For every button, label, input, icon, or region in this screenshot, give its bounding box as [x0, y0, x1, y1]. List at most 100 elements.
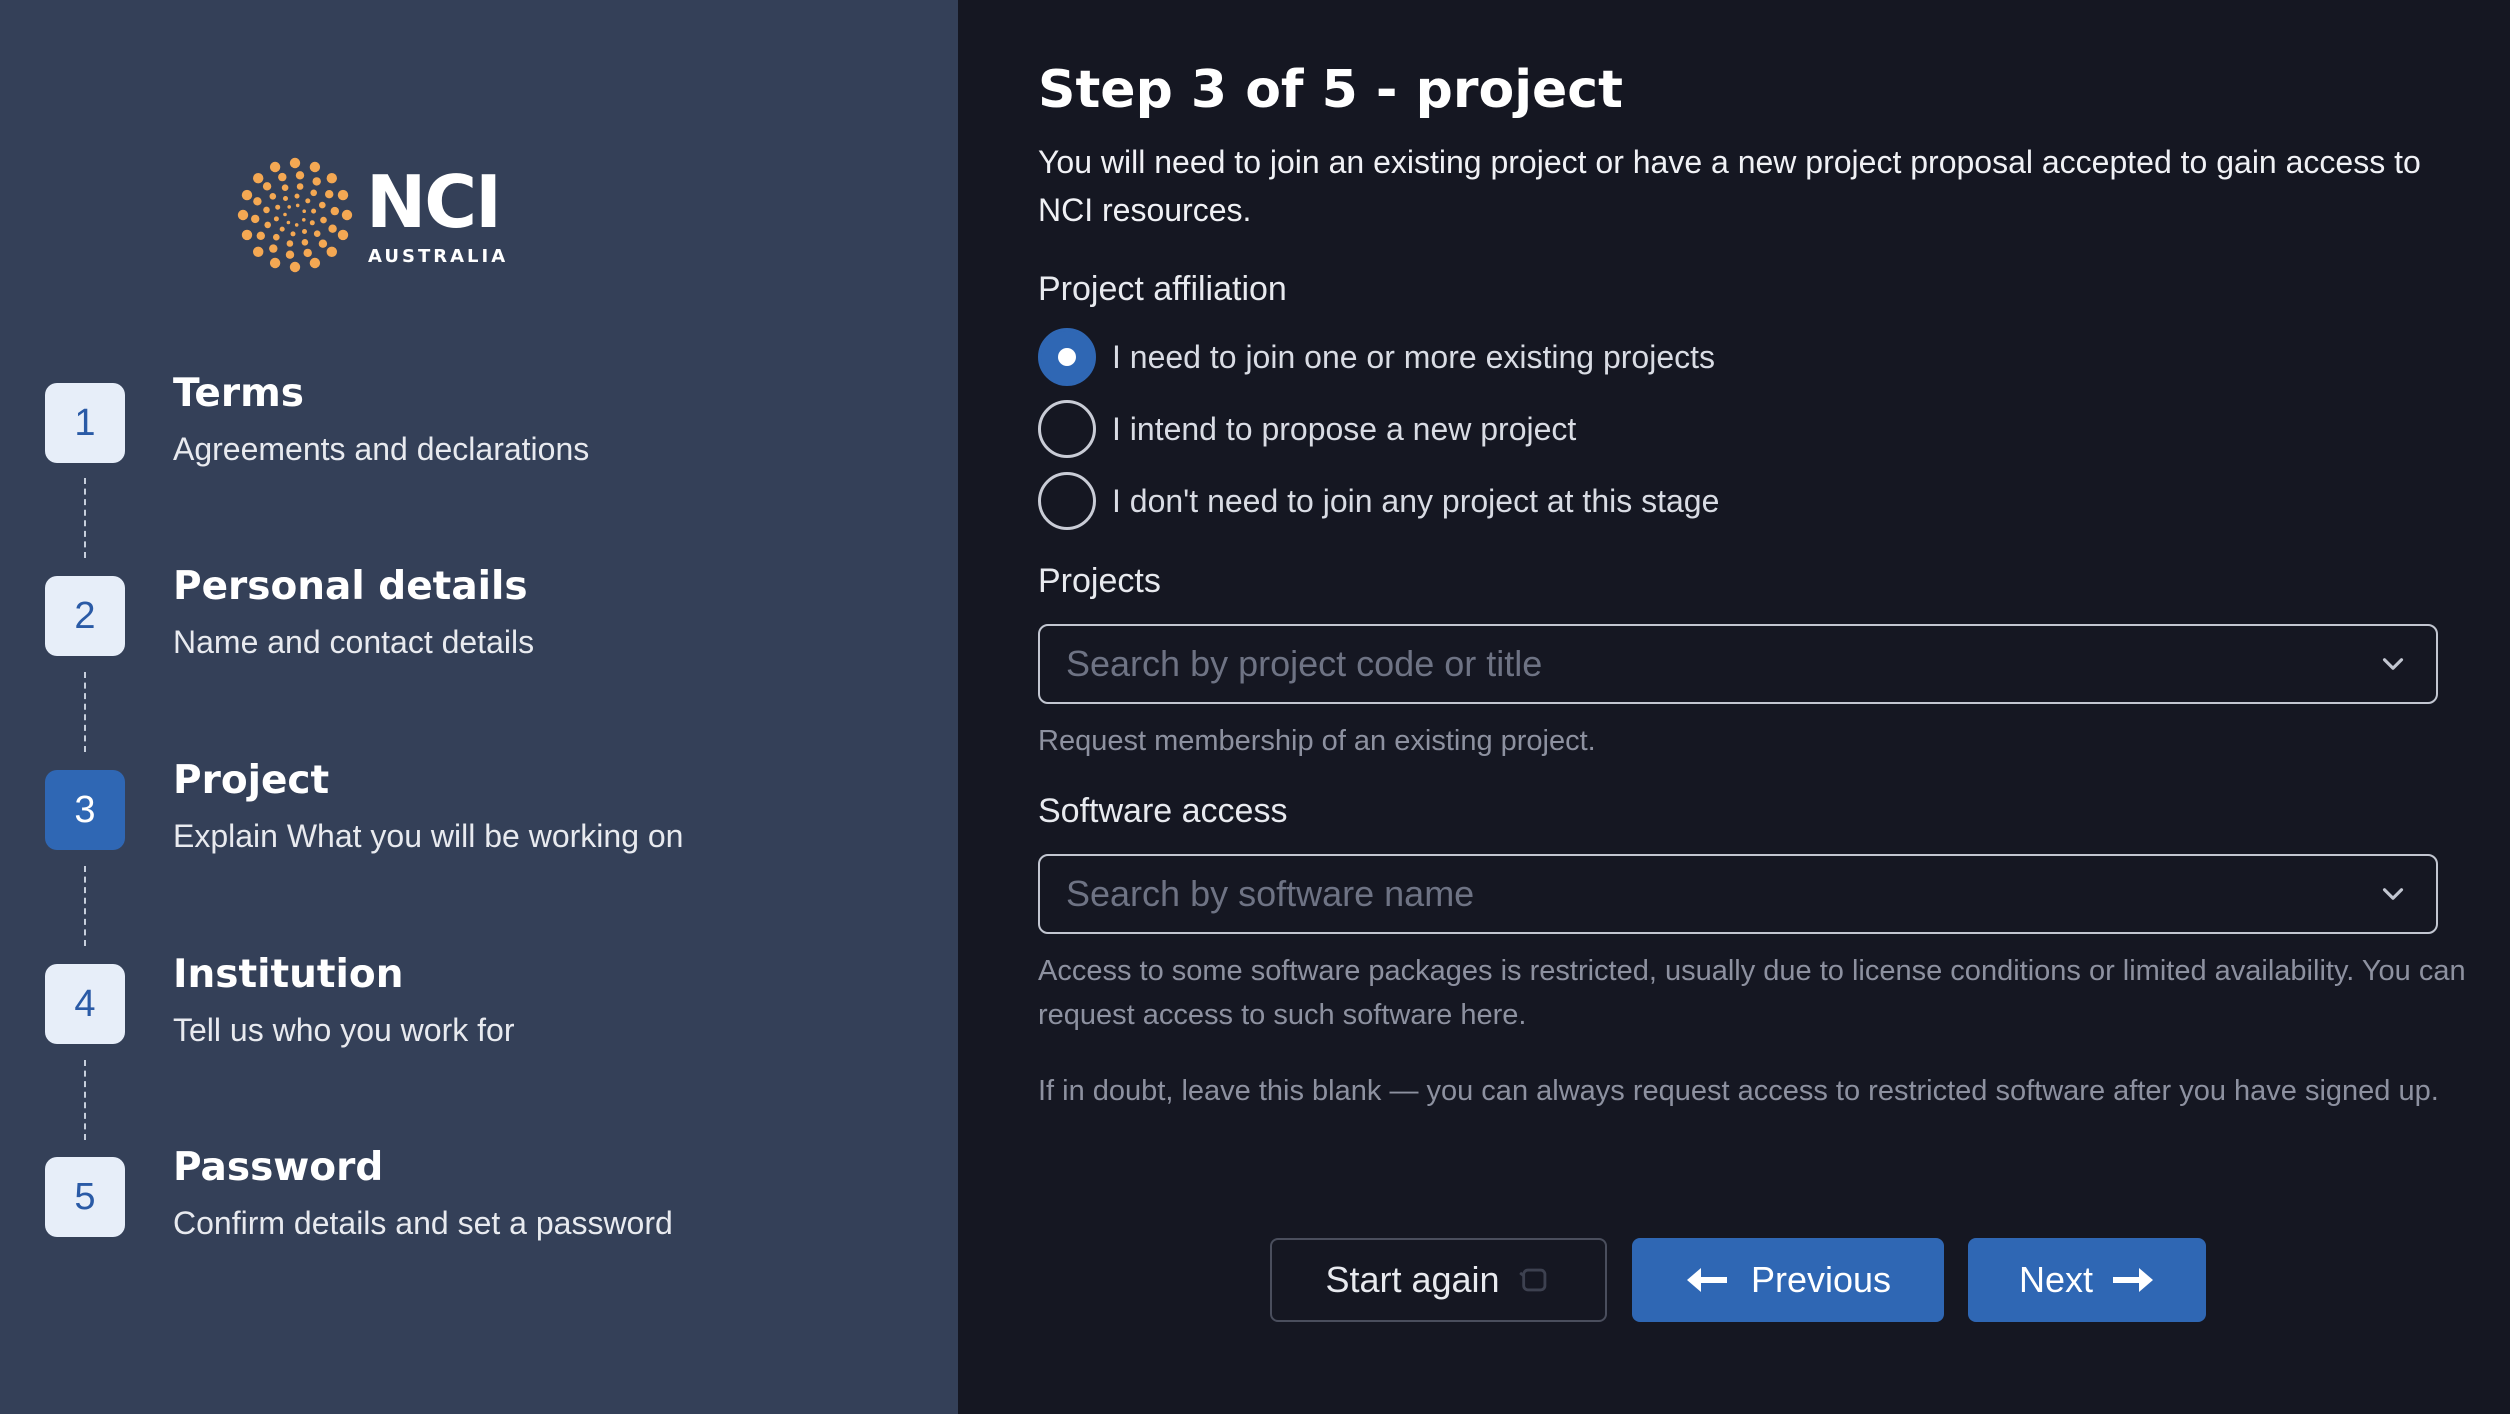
radio-button[interactable] [1038, 400, 1096, 458]
logo-dot [303, 248, 312, 258]
step-terms[interactable]: 1 Terms Agreements and declarations [45, 371, 925, 493]
radio-propose-new[interactable]: I intend to propose a new project [1038, 400, 1576, 458]
logo-dot [326, 173, 337, 184]
logo-dot [269, 161, 281, 173]
step-institution[interactable]: 4 Institution Tell us who you work for [45, 952, 925, 1074]
arrow-right-icon [2113, 1268, 2154, 1292]
radio-label: I need to join one or more existing proj… [1112, 338, 1715, 375]
logo-dot [251, 214, 260, 224]
logo-dot [313, 230, 321, 237]
logo-dot [330, 206, 339, 216]
logo-subtext: AUSTRALIA [368, 246, 509, 267]
chevron-down-icon[interactable] [2376, 647, 2410, 681]
software-help-text: Access to some software packages is rest… [1038, 955, 2466, 1031]
logo-dot [311, 208, 317, 214]
start-again-label: Start again [1325, 1259, 1500, 1300]
nci-logo: NCI AUSTRALIA [230, 150, 505, 280]
project-step-panel: Step 3 of 5 - project You will need to j… [958, 0, 2510, 1414]
logo-dot [278, 172, 287, 182]
logo-dot [325, 190, 334, 199]
software-access-label: Software access [1038, 792, 1288, 830]
step-personal-details[interactable]: 2 Personal details Name and contact deta… [45, 564, 925, 686]
logo-dot [283, 196, 288, 201]
projects-select[interactable] [1038, 624, 2438, 704]
logo-dot [309, 161, 321, 173]
radio-button[interactable] [1038, 472, 1096, 530]
chevron-down-icon[interactable] [2376, 877, 2410, 911]
logo-dot [337, 189, 349, 201]
project-affiliation-label: Project affiliation [1038, 270, 1287, 308]
radio-button-checked[interactable] [1038, 328, 1096, 386]
logo-dot [262, 182, 272, 191]
logo-dot [294, 193, 300, 199]
logo-dot [273, 233, 280, 241]
logo-dot [275, 204, 281, 210]
logo-dot [283, 212, 287, 217]
logo-dot [256, 231, 265, 240]
software-select[interactable] [1038, 854, 2438, 934]
start-again-button[interactable]: Start again [1270, 1238, 1607, 1322]
step-title: Terms [173, 371, 304, 416]
software-doubt-text: If in doubt, leave this blank — you can … [1038, 1075, 2439, 1107]
logo-dot [263, 206, 270, 214]
previous-button[interactable]: Previous [1632, 1238, 1944, 1322]
radio-label: I intend to propose a new project [1112, 410, 1577, 447]
previous-label: Previous [1750, 1259, 1892, 1300]
logo-dot [237, 209, 249, 221]
logo-dot [302, 209, 306, 213]
step-title: Project [173, 758, 330, 803]
logo-dot [253, 173, 264, 184]
steps-sidebar: NCI AUSTRALIA 1 Terms Agreements and dec… [0, 0, 958, 1414]
logo-dot [264, 221, 271, 229]
logo-dot [281, 184, 289, 191]
logo-dot [326, 246, 337, 257]
logo-dot [289, 261, 301, 273]
logo-dot [341, 209, 353, 221]
logo-dot [310, 189, 317, 197]
step-subtitle: Tell us who you work for [173, 1012, 515, 1048]
logo-dot [287, 205, 291, 209]
next-label: Next [2018, 1259, 2094, 1300]
intro-text: You will need to join an existing projec… [1038, 144, 2421, 228]
software-search-input[interactable] [1066, 873, 2376, 915]
logo-dot [337, 229, 349, 241]
restart-icon [1518, 1268, 1546, 1292]
logo-dot [241, 229, 253, 241]
page-title: Step 3 of 5 - project [1038, 60, 1623, 120]
projects-label: Projects [1038, 562, 1161, 600]
step-number-badge: 2 [45, 576, 125, 656]
projects-search-input[interactable] [1066, 643, 2376, 685]
radio-no-project[interactable]: I don't need to join any project at this… [1038, 472, 1719, 530]
logo-dot [273, 216, 279, 222]
next-button[interactable]: Next [1968, 1238, 2206, 1322]
logo-dot [294, 223, 299, 227]
step-title: Personal details [173, 564, 528, 609]
step-connector [84, 1060, 86, 1140]
step-number-badge: 1 [45, 383, 125, 463]
step-title: Password [173, 1145, 384, 1190]
logo-dot [328, 224, 337, 233]
arrow-left-icon [1686, 1268, 1727, 1292]
logo-dot [289, 157, 301, 169]
step-title: Institution [173, 952, 404, 997]
logo-dot [302, 229, 307, 234]
logo-dot [290, 231, 296, 237]
step-subtitle: Confirm details and set a password [173, 1205, 673, 1241]
logo-dot [269, 193, 277, 200]
logo-dot [295, 171, 305, 180]
logo-dot [309, 257, 321, 269]
sunburst-logo-icon [237, 157, 353, 273]
logo-dot [295, 203, 300, 208]
step-project[interactable]: 3 Project Explain What you will be worki… [45, 758, 925, 880]
step-subtitle: Agreements and declarations [173, 431, 590, 467]
radio-join-existing[interactable]: I need to join one or more existing proj… [1038, 328, 1715, 386]
logo-dot [269, 244, 278, 253]
radio-label: I don't need to join any project at this… [1112, 482, 1720, 519]
logo-dot [253, 197, 262, 206]
step-number-badge: 5 [45, 1157, 125, 1237]
step-number-badge-active: 3 [45, 770, 125, 850]
logo-dot [286, 220, 291, 225]
logo-dot [318, 239, 328, 248]
step-password[interactable]: 5 Password Confirm details and set a pas… [45, 1145, 925, 1267]
logo-dot [319, 201, 326, 209]
